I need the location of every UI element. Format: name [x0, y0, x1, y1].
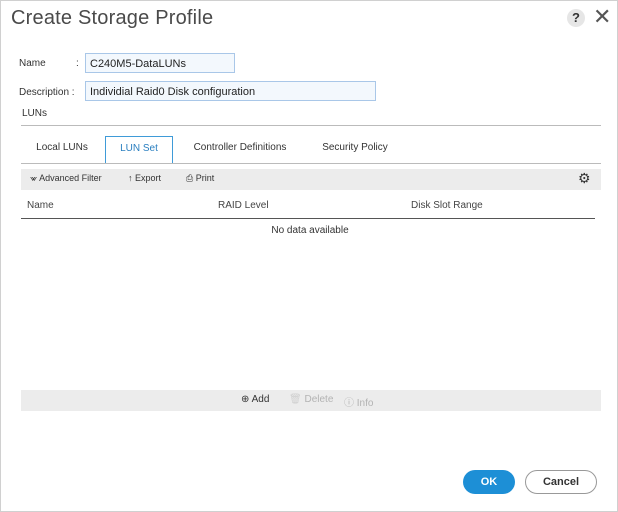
info-button[interactable]: ⓘ Info [344, 394, 373, 409]
add-label: Add [251, 394, 270, 405]
delete-button[interactable]: 🗑 Delete [289, 394, 333, 405]
luns-section-title: LUNs [22, 108, 48, 119]
tab-divider [21, 163, 601, 164]
print-label: Print [195, 173, 215, 183]
tab-local-luns[interactable]: Local LUNs [23, 136, 101, 163]
add-icon: ⊕ [241, 394, 250, 405]
info-icon: ⓘ [344, 398, 354, 409]
export-label: Export [135, 173, 162, 183]
tab-security-policy[interactable]: Security Policy [309, 136, 401, 163]
section-divider [21, 125, 601, 126]
gear-icon[interactable]: ⚙ [578, 170, 591, 187]
advanced-filter-label: Advanced Filter [39, 173, 102, 183]
description-input[interactable]: Individial Raid0 Disk configuration [85, 81, 376, 101]
print-button[interactable]: ⎙ Print [186, 173, 214, 184]
column-header-disk-slot-range[interactable]: Disk Slot Range [411, 200, 483, 211]
name-label: Name [19, 58, 46, 69]
advanced-filter-button[interactable]: ⩖ Advanced Filter [30, 173, 102, 184]
ok-button[interactable]: OK [463, 470, 515, 494]
column-header-name[interactable]: Name [27, 200, 54, 211]
name-colon: : [76, 58, 79, 69]
close-icon[interactable]: ✕ [593, 5, 611, 29]
export-icon: ↑ [128, 173, 133, 183]
table-header-divider [21, 218, 595, 219]
info-label: Info [356, 398, 374, 409]
tab-controller-definitions[interactable]: Controller Definitions [179, 136, 301, 163]
table-action-bar: ⊕ Add 🗑 Delete ⓘ Info [21, 390, 601, 411]
cancel-button[interactable]: Cancel [525, 470, 597, 494]
filter-icon: ⩖ [30, 173, 38, 183]
help-icon[interactable]: ? [567, 9, 585, 27]
export-button[interactable]: ↑ Export [128, 173, 161, 183]
column-header-raid-level[interactable]: RAID Level [218, 200, 269, 211]
name-input[interactable]: C240M5-DataLUNs [85, 53, 235, 73]
print-icon: ⎙ [186, 173, 194, 183]
dialog-title: Create Storage Profile [11, 7, 214, 29]
empty-table-message: No data available [271, 225, 349, 236]
create-storage-profile-dialog: Create Storage Profile ? ✕ Name : C240M5… [0, 0, 618, 512]
delete-label: Delete [304, 394, 334, 405]
description-label: Description : [19, 87, 75, 98]
add-button[interactable]: ⊕ Add [241, 394, 269, 405]
trash-icon: 🗑 [289, 394, 302, 405]
table-toolbar: ⩖ Advanced Filter ↑ Export ⎙ Print ⚙ [21, 169, 601, 190]
tab-lun-set[interactable]: LUN Set [105, 136, 173, 164]
